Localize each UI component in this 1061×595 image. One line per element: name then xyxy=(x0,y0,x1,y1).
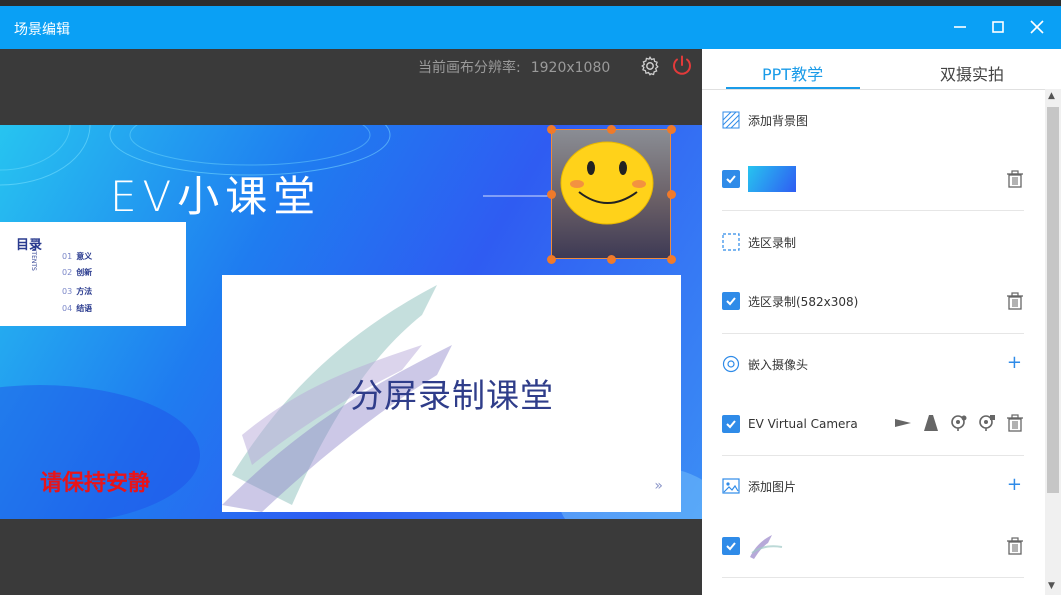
divider xyxy=(722,333,1024,334)
add-image-row[interactable]: 添加图片 + xyxy=(722,474,1024,498)
scroll-up-icon[interactable]: ▲ xyxy=(1048,91,1055,101)
trash-icon[interactable] xyxy=(1006,537,1024,555)
layer-checkbox[interactable] xyxy=(722,415,740,433)
toc-item: 01 意义 xyxy=(62,252,93,261)
toc-heading: 目录 xyxy=(16,238,43,253)
resize-handle[interactable] xyxy=(547,190,556,199)
slide-preview[interactable]: EV小课堂 目录 CONTENTS 01 意义 02 创新 03 方法 04 结语 分屏… xyxy=(0,125,702,519)
toc-heading-en: CONTENTS xyxy=(30,238,37,271)
slide-background-thumbnail xyxy=(748,166,796,192)
brush-image-thumbnail xyxy=(750,535,783,559)
embed-camera-row[interactable]: 嵌入摄像头 + xyxy=(722,352,1024,376)
divider xyxy=(722,455,1024,456)
add-camera-button[interactable]: + xyxy=(1007,352,1022,373)
content-heading: 分屏录制课堂 xyxy=(350,376,554,415)
content-card: 分屏录制课堂 » xyxy=(222,275,681,512)
resize-handle[interactable] xyxy=(607,125,616,134)
region-layer-row: 选区录制(582x308) xyxy=(722,289,1024,313)
region-record-label: 选区录制 xyxy=(748,235,797,250)
webcam-settings-icon[interactable] xyxy=(950,414,968,432)
layer-checkbox[interactable] xyxy=(722,292,740,310)
flip-vertical-icon[interactable] xyxy=(922,414,940,432)
add-image-icon xyxy=(722,478,740,494)
add-background-row[interactable]: 添加背景图 xyxy=(722,108,1024,132)
region-layer-label: 选区录制(582x308) xyxy=(748,294,859,309)
scrollbar-thumb[interactable] xyxy=(1047,107,1059,493)
minimize-icon xyxy=(954,26,966,28)
webcam-adjust-icon[interactable] xyxy=(978,414,996,432)
camera-layer-label: EV Virtual Camera xyxy=(748,417,858,431)
check-icon xyxy=(726,542,736,551)
camera-layer-row: EV Virtual Camera xyxy=(722,412,1024,436)
tab-ppt-teaching[interactable]: PPT教学 xyxy=(762,61,823,85)
resolution-label: 当前画布分辨率: xyxy=(418,60,521,76)
scene-editor-window: 场景编辑 当前画布分辨率: 1920x1080 EV小课堂 目录 CONTENT… xyxy=(0,0,1061,595)
layer-checkbox[interactable] xyxy=(722,537,740,555)
camera-tools xyxy=(894,414,1024,432)
resolution-value: 1920x1080 xyxy=(530,60,611,76)
region-record-row[interactable]: 选区录制 xyxy=(722,230,1024,254)
next-arrow: » xyxy=(654,478,663,494)
sidebar-scrollbar[interactable]: ▲ ▼ xyxy=(1045,89,1061,595)
close-button[interactable] xyxy=(1020,12,1054,42)
resize-handle[interactable] xyxy=(547,255,556,264)
resize-handle[interactable] xyxy=(607,255,616,264)
webcam-overlay[interactable] xyxy=(547,125,676,264)
toc-card: 目录 CONTENTS 01 意义 02 创新 03 方法 04 结语 xyxy=(0,222,186,326)
window-title: 场景编辑 xyxy=(14,22,70,38)
background-image-icon xyxy=(722,111,740,129)
resize-handle[interactable] xyxy=(667,190,676,199)
maximize-button[interactable] xyxy=(981,12,1015,42)
image-layer-row xyxy=(722,534,1024,559)
title-bar: 场景编辑 xyxy=(0,6,1061,49)
tab-dual-camera[interactable]: 双摄实拍 xyxy=(940,61,1004,85)
power-icon[interactable] xyxy=(670,54,694,78)
slide-title: EV小课堂 xyxy=(110,172,322,221)
close-icon xyxy=(1030,20,1044,34)
add-image-button[interactable]: + xyxy=(1007,474,1022,495)
toc-item: 04 结语 xyxy=(62,304,93,313)
trash-icon[interactable] xyxy=(1006,292,1024,310)
resize-handle[interactable] xyxy=(667,125,676,134)
camera-embed-icon xyxy=(722,355,740,373)
check-icon xyxy=(726,297,736,306)
scroll-down-icon[interactable]: ▼ xyxy=(1048,581,1055,591)
resize-handle[interactable] xyxy=(667,255,676,264)
region-select-icon xyxy=(722,233,740,251)
trash-icon[interactable] xyxy=(1006,170,1024,188)
divider xyxy=(722,577,1024,578)
gear-icon[interactable] xyxy=(639,55,661,77)
check-icon xyxy=(726,175,736,184)
embed-camera-label: 嵌入摄像头 xyxy=(748,357,809,372)
trash-icon[interactable] xyxy=(1006,414,1024,432)
add-background-label: 添加背景图 xyxy=(748,113,809,128)
toc-item: 02 创新 xyxy=(62,268,93,277)
toc-item: 03 方法 xyxy=(62,287,93,296)
notice-text: 请保持安静 xyxy=(40,471,151,496)
add-image-label: 添加图片 xyxy=(748,479,797,494)
tab-divider xyxy=(702,89,1045,90)
layer-checkbox[interactable] xyxy=(722,170,740,188)
maximize-icon xyxy=(992,21,1004,33)
sidebar: PPT教学 双摄实拍 添加背景图 选区录制 选区录制(582x308) 嵌入摄像… xyxy=(702,49,1061,595)
check-icon xyxy=(726,420,736,429)
smiley-face-icon xyxy=(560,141,654,225)
canvas-preview: 当前画布分辨率: 1920x1080 EV小课堂 目录 CONTENTS 01 … xyxy=(0,49,702,595)
flip-horizontal-icon[interactable] xyxy=(894,414,912,432)
minimize-button[interactable] xyxy=(943,12,977,42)
divider xyxy=(722,210,1024,211)
resolution-info: 当前画布分辨率: 1920x1080 xyxy=(418,57,610,77)
background-layer-row xyxy=(722,166,1024,192)
resize-handle[interactable] xyxy=(547,125,556,134)
